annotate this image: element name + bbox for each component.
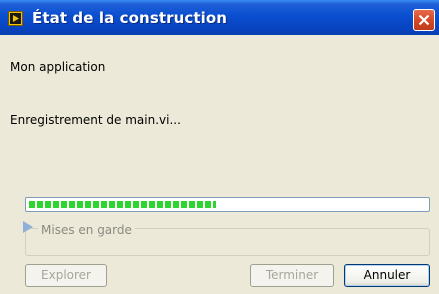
explore-button[interactable]: Explorer: [25, 264, 107, 287]
cancel-button[interactable]: Annuler: [344, 264, 430, 287]
close-icon: [418, 14, 430, 26]
window-title: État de la construction: [32, 9, 228, 27]
expand-arrow-icon[interactable]: [22, 220, 34, 234]
finish-button[interactable]: Terminer: [250, 264, 334, 287]
close-button[interactable]: [413, 9, 435, 31]
application-name: Mon application: [10, 60, 106, 74]
build-status-dialog: État de la construction Mon application …: [0, 0, 439, 294]
build-progress-bar: [25, 197, 430, 212]
build-status-text: Enregistrement de main.vi...: [10, 113, 181, 127]
warnings-toggle-label[interactable]: Mises en garde: [38, 223, 135, 237]
title-bar[interactable]: État de la construction: [0, 0, 439, 35]
labview-build-icon: [8, 11, 23, 26]
progress-fill: [29, 201, 216, 208]
